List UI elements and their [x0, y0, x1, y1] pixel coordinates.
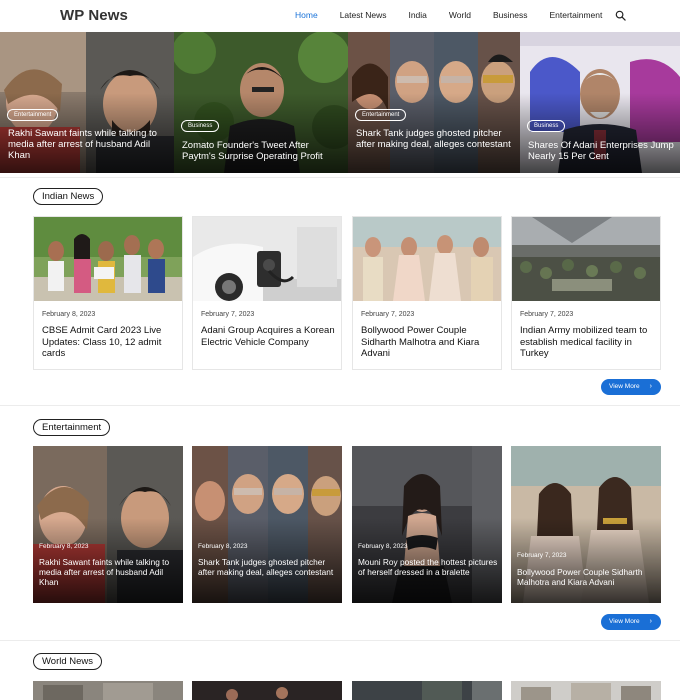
news-card[interactable]: February 7, 2023 Adani Group Acquires a …	[192, 216, 342, 370]
tile-date: February 8, 2023	[39, 543, 89, 550]
news-card[interactable]: February 7, 2023 Bollywood Power Couple …	[352, 216, 502, 370]
news-card-title[interactable]: Bollywood Power Couple Sidharth Malhotra…	[361, 325, 495, 360]
hero-slide[interactable]: Entertainment Shark Tank judges ghosted …	[348, 32, 520, 173]
world-news-image[interactable]	[511, 681, 661, 700]
divider	[0, 405, 680, 406]
tile-title[interactable]: Rakhi Sawant faints while talking to med…	[39, 557, 179, 587]
hero-title[interactable]: Shark Tank judges ghosted pitcher after …	[356, 128, 514, 150]
hero-slide[interactable]: Business Shares Of Adani Enterprises Jum…	[520, 32, 680, 173]
section-title-world-news[interactable]: World News	[33, 653, 103, 670]
hero-category-badge[interactable]: Business	[527, 120, 566, 132]
news-card-date: February 7, 2023	[201, 311, 255, 318]
hero-title[interactable]: Shares Of Adani Enterprises Jump Nearly …	[528, 140, 680, 162]
news-card-image	[34, 217, 182, 301]
tile-gradient	[511, 518, 661, 603]
view-more-button[interactable]: View More ›	[601, 379, 661, 395]
news-card-date: February 7, 2023	[361, 311, 415, 318]
entertainment-tile[interactable]: February 8, 2023 Rakhi Sawant faints whi…	[33, 446, 183, 603]
entertainment-tile[interactable]: February 8, 2023 Mouni Roy posted the ho…	[352, 446, 502, 603]
news-card-title[interactable]: Adani Group Acquires a Korean Electric V…	[201, 325, 335, 348]
divider	[0, 640, 680, 641]
hero-title[interactable]: Zomato Founder's Tweet After Paytm's Sur…	[182, 140, 342, 162]
tile-title[interactable]: Shark Tank judges ghosted pitcher after …	[198, 557, 338, 577]
tile-title[interactable]: Bollywood Power Couple Sidharth Malhotra…	[517, 567, 657, 587]
news-card-title[interactable]: Indian Army mobilized team to establish …	[520, 325, 654, 360]
view-more-label: View More	[609, 383, 640, 390]
chevron-right-icon: ›	[649, 383, 652, 390]
entertainment-tile[interactable]: February 8, 2023 Shark Tank judges ghost…	[192, 446, 342, 603]
section-title-entertainment[interactable]: Entertainment	[33, 419, 111, 436]
world-news-image[interactable]	[192, 681, 342, 700]
news-card[interactable]: February 8, 2023 CBSE Admit Card 2023 Li…	[33, 216, 183, 370]
tile-date: February 8, 2023	[358, 543, 408, 550]
hero-carousel: Entertainment Rakhi Sawant faints while …	[0, 32, 680, 173]
news-card-date: February 7, 2023	[520, 311, 574, 318]
nav-latest-news[interactable]: Latest News	[340, 10, 387, 20]
hero-category-badge[interactable]: Business	[181, 120, 220, 132]
divider	[0, 177, 680, 178]
news-card-image	[512, 217, 660, 301]
entertainment-tile[interactable]: February 7, 2023 Bollywood Power Couple …	[511, 446, 661, 603]
section-title-indian-news[interactable]: Indian News	[33, 188, 104, 205]
nav-india[interactable]: India	[408, 10, 426, 20]
news-card[interactable]: February 7, 2023 Indian Army mobilized t…	[511, 216, 661, 370]
news-card-image	[193, 217, 341, 301]
news-card-date: February 8, 2023	[42, 311, 96, 318]
nav-world[interactable]: World	[449, 10, 471, 20]
tile-date: February 8, 2023	[198, 543, 248, 550]
chevron-right-icon: ›	[649, 618, 652, 625]
site-logo[interactable]: WP News	[60, 7, 128, 24]
hero-category-badge[interactable]: Entertainment	[7, 109, 59, 121]
world-news-image[interactable]	[352, 681, 502, 700]
view-more-button[interactable]: View More ›	[601, 614, 661, 630]
hero-title[interactable]: Rakhi Sawant faints while talking to med…	[8, 128, 168, 161]
hero-slide[interactable]: Entertainment Rakhi Sawant faints while …	[0, 32, 174, 173]
news-card-title[interactable]: CBSE Admit Card 2023 Live Updates: Class…	[42, 325, 176, 360]
world-news-image[interactable]	[33, 681, 183, 700]
news-card-image	[353, 217, 501, 301]
site-header: WP News Home Latest News India World Bus…	[0, 0, 680, 32]
tile-date: February 7, 2023	[517, 552, 567, 559]
hero-slide[interactable]: Business Zomato Founder's Tweet After Pa…	[174, 32, 348, 173]
nav-entertainment[interactable]: Entertainment	[549, 10, 602, 20]
tile-title[interactable]: Mouni Roy posted the hottest pictures of…	[358, 557, 498, 577]
search-icon[interactable]	[615, 10, 626, 21]
hero-category-badge[interactable]: Entertainment	[355, 109, 407, 121]
view-more-label: View More	[609, 618, 640, 625]
main-nav: Home Latest News India World Business En…	[295, 10, 624, 20]
nav-business[interactable]: Business	[493, 10, 528, 20]
nav-home[interactable]: Home	[295, 10, 318, 20]
